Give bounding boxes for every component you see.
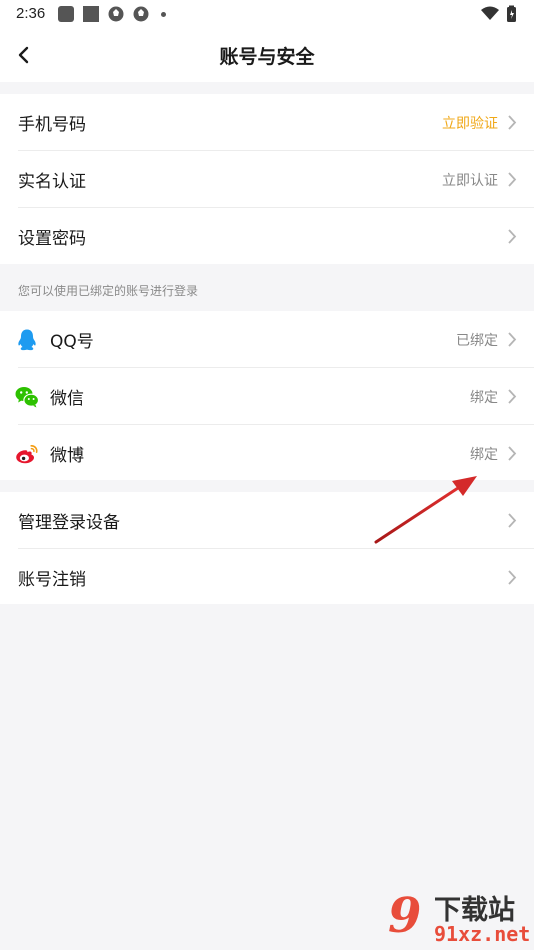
chevron-right-icon — [508, 513, 517, 528]
page-title: 账号与安全 — [219, 46, 315, 68]
row-label: 微信 — [50, 389, 84, 409]
row-label: 设置密码 — [18, 229, 86, 249]
watermark-nine: 9 — [388, 888, 421, 944]
real-name-verification-row[interactable]: 实名认证 立即认证 — [0, 151, 534, 208]
row-label: 实名认证 — [18, 172, 86, 192]
chevron-right-icon — [508, 115, 517, 130]
qq-binding-row[interactable]: QQ号 已绑定 — [0, 311, 534, 368]
soccer-ball-icon — [133, 6, 149, 22]
qq-icon — [18, 329, 36, 351]
annotation-arrow-icon — [374, 476, 477, 544]
verify-now-link[interactable]: 立即验证 — [442, 113, 498, 133]
app-notification-icon — [58, 6, 74, 22]
chevron-right-icon — [508, 446, 517, 461]
row-label: 账号注销 — [18, 570, 86, 590]
more-notifications-dot — [161, 12, 166, 17]
chevron-right-icon — [508, 229, 517, 244]
phone-number-row[interactable]: 手机号码 立即验证 — [0, 94, 534, 151]
wifi-battery-icon — [481, 5, 516, 22]
chevron-right-icon — [508, 172, 517, 187]
bind-accounts-note: 您可以使用已绑定的账号进行登录 — [18, 284, 199, 298]
watermark-url: 91xz.net — [434, 922, 531, 946]
status-time: 2:36 — [16, 5, 46, 22]
chevron-right-icon — [508, 332, 517, 347]
binding-status[interactable]: 绑定 — [470, 387, 498, 407]
weibo-icon — [16, 445, 38, 464]
row-label: 管理登录设备 — [18, 513, 120, 533]
soccer-ball-icon — [108, 6, 124, 22]
app-notification-icon — [83, 6, 99, 22]
nav-bar: 账号与安全 — [0, 28, 534, 82]
binding-status[interactable]: 绑定 — [470, 444, 498, 464]
row-label: 手机号码 — [18, 115, 86, 135]
binding-status: 已绑定 — [456, 333, 498, 349]
chevron-right-icon — [508, 389, 517, 404]
status-system-icons — [480, 5, 520, 23]
account-cancellation-row[interactable]: 账号注销 — [0, 549, 534, 606]
wechat-icon — [15, 387, 39, 408]
row-status-value: 立即认证 — [442, 173, 498, 189]
account-binding-group: QQ号 已绑定 微信 绑定 微博 绑定 — [0, 311, 534, 480]
row-label: 微博 — [50, 446, 84, 466]
wechat-binding-row[interactable]: 微信 绑定 — [0, 368, 534, 425]
set-password-row[interactable]: 设置密码 — [0, 208, 534, 265]
status-bar: 2:36 — [0, 0, 534, 28]
watermark-logo: 9 下载站 91xz.net — [388, 884, 534, 950]
row-label: QQ号 — [50, 332, 94, 352]
security-settings-group: 手机号码 立即验证 实名认证 立即认证 设置密码 — [0, 94, 534, 264]
chevron-right-icon — [508, 570, 517, 585]
